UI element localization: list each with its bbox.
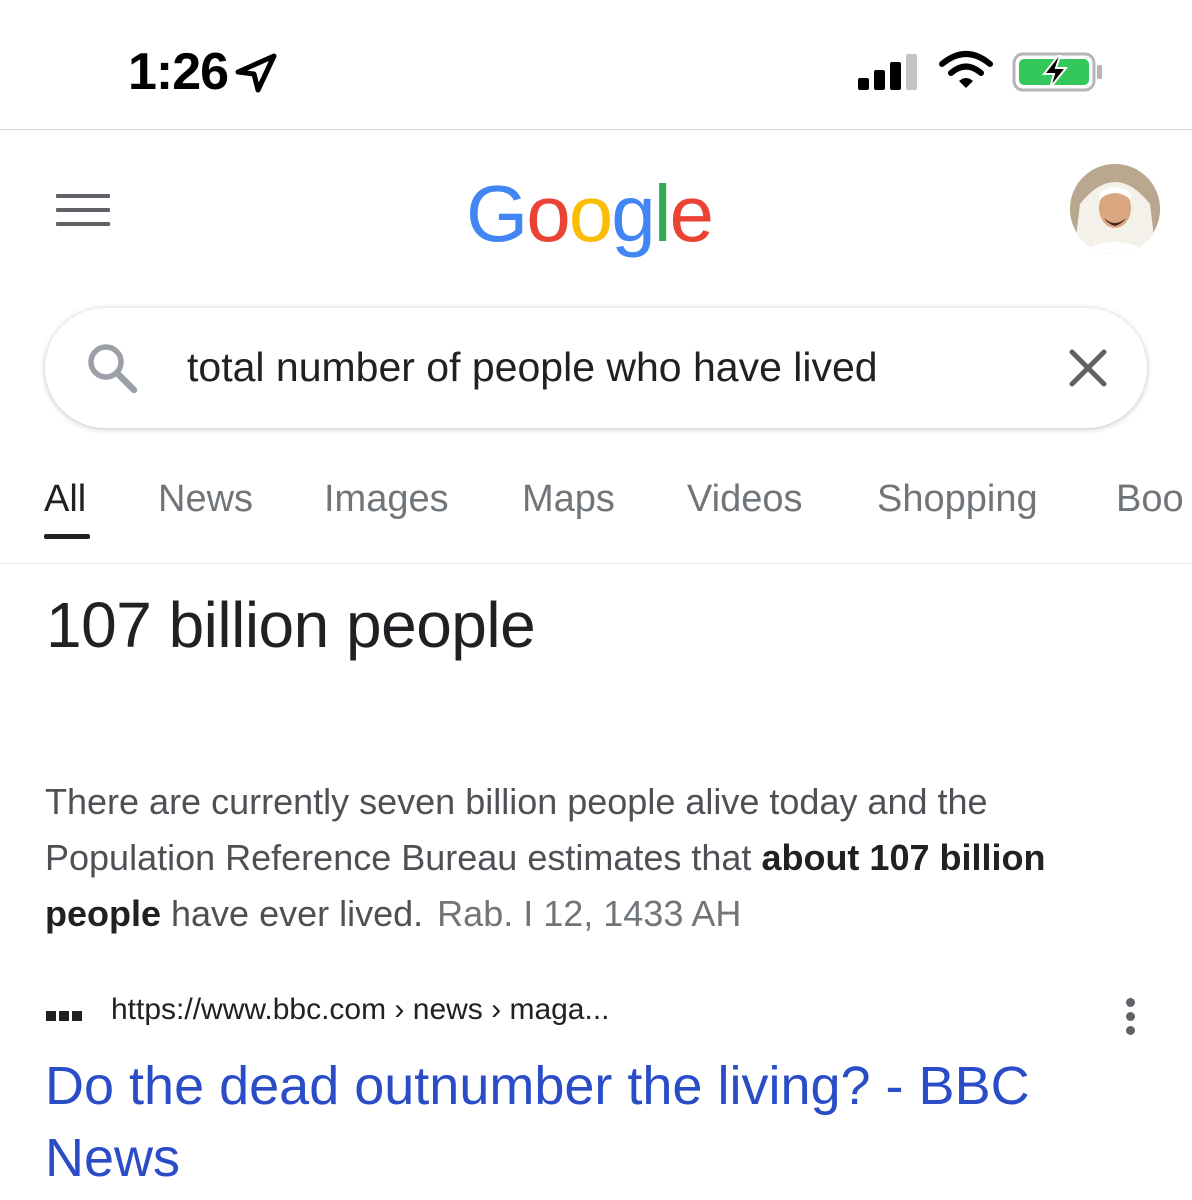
tab-shopping[interactable]: Shopping [877,478,1038,521]
hamburger-menu-icon[interactable] [56,194,110,234]
location-arrow-icon [235,53,277,93]
status-time: 1:26 [128,43,229,101]
battery-charging-icon [1012,52,1102,92]
cellular-signal-icon [858,54,917,90]
search-icon[interactable] [84,340,140,396]
site-favicon [46,1008,88,1022]
wifi-icon [939,51,993,88]
google-logo[interactable]: Google [466,168,714,260]
more-options-icon[interactable] [1116,998,1144,1042]
status-bar: 1:26 [0,0,1192,130]
user-avatar[interactable] [1070,164,1160,254]
close-icon[interactable] [1064,344,1112,392]
result-title-link[interactable]: Do the dead outnumber the living? - BBC … [45,1050,1155,1194]
search-tabs: All News Images Maps Videos Shopping Boo [0,470,1192,564]
snippet-text-after: have ever lived. [161,893,424,934]
search-input[interactable]: total number of people who have lived [187,344,878,391]
tab-images[interactable]: Images [324,478,449,521]
result-url[interactable]: https://www.bbc.com › news › maga... [111,993,610,1027]
snippet-date: Rab. I 12, 1433 AH [437,893,742,934]
tab-all[interactable]: All [44,478,86,521]
tab-books[interactable]: Boo [1116,478,1184,521]
tab-videos[interactable]: Videos [687,478,803,521]
featured-answer: 107 billion people [46,589,536,661]
active-tab-indicator [44,534,90,539]
tab-maps[interactable]: Maps [522,478,615,521]
tab-news[interactable]: News [158,478,253,521]
featured-snippet-text: There are currently seven billion people… [45,774,1155,942]
